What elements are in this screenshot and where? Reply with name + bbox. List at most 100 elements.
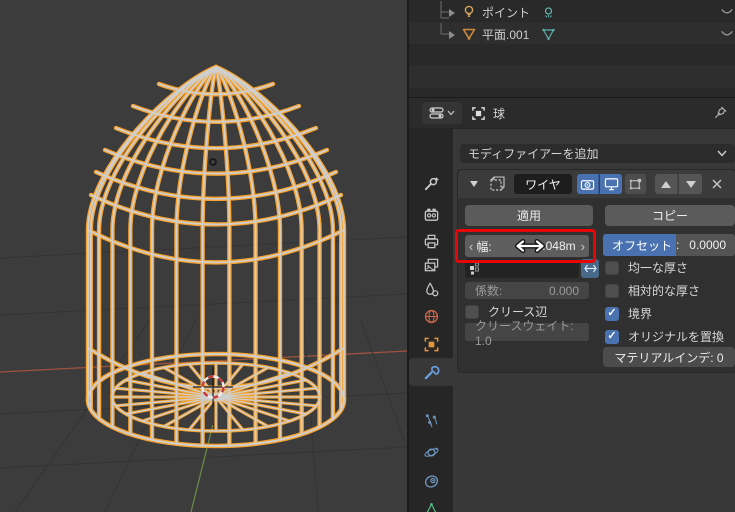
properties-editor-icon (429, 107, 444, 119)
modifier-panel-header: ワイヤ (458, 170, 735, 198)
properties-editor: 球 モディファイアーを追加 ワイヤ 適用 コピー ‹ 幅: 0.048m › オ… (409, 97, 735, 512)
pin-icon[interactable] (713, 105, 728, 120)
toggle-editmode-button[interactable] (625, 174, 646, 194)
tab-constraints[interactable] (409, 467, 453, 495)
object-properties-icon (424, 337, 438, 351)
boundary-checkbox[interactable] (605, 306, 619, 321)
material-index-field[interactable]: マテリアルインデ: 0 (603, 347, 735, 367)
vertex-group-icon (470, 262, 479, 274)
tab-scene[interactable] (409, 275, 453, 303)
slider-decrease-icon[interactable] (465, 239, 476, 254)
crease-weight-label: クリースウェイト: 1.0 (475, 318, 574, 348)
tab-object[interactable] (409, 330, 453, 358)
wireframe-modifier-panel: ワイヤ 適用 コピー ‹ 幅: 0.048m › オフセット: 0.0000 … (455, 169, 735, 373)
offset-label: オフセット (603, 234, 677, 256)
boundary-row: 境界 (605, 306, 652, 321)
copy-button[interactable]: コピー (605, 205, 735, 226)
closed-eye-icon[interactable] (720, 28, 734, 40)
relative-thickness-checkbox[interactable] (605, 283, 619, 298)
vertex-group-field[interactable] (465, 259, 579, 278)
camera-icon (580, 179, 595, 190)
offset-slider[interactable]: オフセット : 0.0000 (603, 234, 735, 256)
panel-expand-icon[interactable] (470, 181, 478, 187)
apply-button[interactable]: 適用 (465, 205, 593, 226)
tab-modifiers[interactable] (409, 358, 453, 386)
breadcrumb: 球 (471, 105, 505, 122)
move-modifier-up-button[interactable] (655, 174, 678, 194)
mesh-plane-icon (462, 28, 476, 40)
move-modifier-down-button[interactable] (679, 174, 702, 194)
width-slider[interactable]: 幅: 0.048m (465, 235, 589, 257)
boundary-label: 境界 (628, 307, 653, 321)
blender-window: ポイント 平面.001 球 モディファイアーを追加 ワイヤ 適用 コピー ‹ 幅… (0, 0, 735, 512)
offset-colon: : (676, 238, 680, 252)
properties-content: モディファイアーを追加 ワイヤ 適用 コピー ‹ 幅: 0.048m › オフセ… (453, 129, 735, 512)
object-icon (472, 107, 485, 120)
modifier-name-field[interactable]: ワイヤ (514, 174, 572, 194)
even-thickness-row: 均一な厚さ (605, 260, 688, 275)
expand-arrow-icon[interactable] (449, 9, 455, 17)
light-data-icon (544, 7, 553, 18)
tab-world[interactable] (409, 302, 453, 330)
outliner-item-label[interactable]: 平面.001 (482, 26, 529, 43)
toggle-render-button[interactable] (577, 174, 599, 194)
invert-vertex-group-button[interactable] (581, 259, 599, 278)
relative-thickness-row: 相対的な厚さ (605, 283, 700, 298)
properties-tab-strip (409, 129, 453, 512)
arrow-up-icon (661, 180, 671, 188)
replace-original-label: オリジナルを置換 (628, 330, 725, 344)
wireframe-modifier-icon (490, 176, 505, 191)
slider-increase-icon[interactable] (578, 239, 589, 254)
even-thickness-label: 均一な厚さ (628, 261, 689, 275)
properties-header: 球 (409, 98, 735, 129)
width-value: 0.048m (535, 239, 576, 253)
crease-weight-slider[interactable]: クリースウェイト: 1.0 (465, 319, 589, 348)
object-origin-dot (209, 158, 217, 166)
breadcrumb-object-name[interactable]: 球 (493, 105, 505, 122)
3d-viewport[interactable] (0, 0, 407, 512)
tab-render[interactable] (409, 200, 453, 228)
offset-value: 0.0000 (689, 238, 726, 252)
chevron-down-icon (447, 110, 455, 116)
tab-tool[interactable] (409, 169, 453, 197)
outliner-row-point[interactable]: ポイント (409, 1, 735, 23)
tab-particles[interactable] (409, 406, 453, 434)
tab-physics[interactable] (409, 438, 453, 466)
sidebar: ポイント 平面.001 球 モディファイアーを追加 ワイヤ 適用 コピー ‹ 幅… (407, 0, 735, 512)
add-modifier-label: モディファイアーを追加 (468, 147, 599, 161)
wrench-icon (424, 365, 440, 379)
chevron-down-icon (717, 150, 727, 157)
tab-object-data[interactable] (409, 495, 453, 512)
even-thickness-checkbox[interactable] (605, 260, 619, 275)
physics-icon (423, 447, 439, 457)
world-icon (424, 309, 438, 323)
replace-original-checkbox[interactable] (605, 329, 619, 344)
add-modifier-dropdown[interactable]: モディファイアーを追加 (460, 144, 735, 163)
close-icon (712, 179, 722, 189)
printer-icon (424, 234, 438, 248)
width-label: 幅: (476, 239, 492, 254)
object-data-icon (426, 502, 436, 512)
constraints-icon (424, 474, 438, 488)
editor-type-selector[interactable] (422, 102, 462, 124)
outliner-row-plane[interactable]: 平面.001 (409, 23, 735, 45)
view-layer-icon (424, 258, 438, 271)
scene-icon (425, 281, 438, 296)
outliner: ポイント 平面.001 (409, 0, 735, 97)
arrow-down-icon (685, 180, 696, 188)
closed-eye-icon[interactable] (720, 6, 734, 18)
cage-object (85, 64, 347, 449)
render-icon (424, 208, 438, 221)
toggle-viewport-button[interactable] (600, 174, 622, 194)
point-light-icon (464, 5, 474, 17)
outliner-item-label[interactable]: ポイント (482, 4, 530, 21)
edit-mode-icon (629, 178, 642, 190)
monitor-icon (604, 178, 618, 191)
expand-arrow-icon[interactable] (449, 31, 455, 39)
relative-thickness-label: 相対的な厚さ (628, 284, 701, 298)
factor-value: 0.000 (548, 283, 579, 298)
particles-icon (425, 413, 437, 427)
delete-modifier-button[interactable] (706, 174, 728, 194)
factor-slider[interactable]: 係数: 0.000 (465, 282, 589, 299)
mesh-data-icon (542, 28, 555, 41)
